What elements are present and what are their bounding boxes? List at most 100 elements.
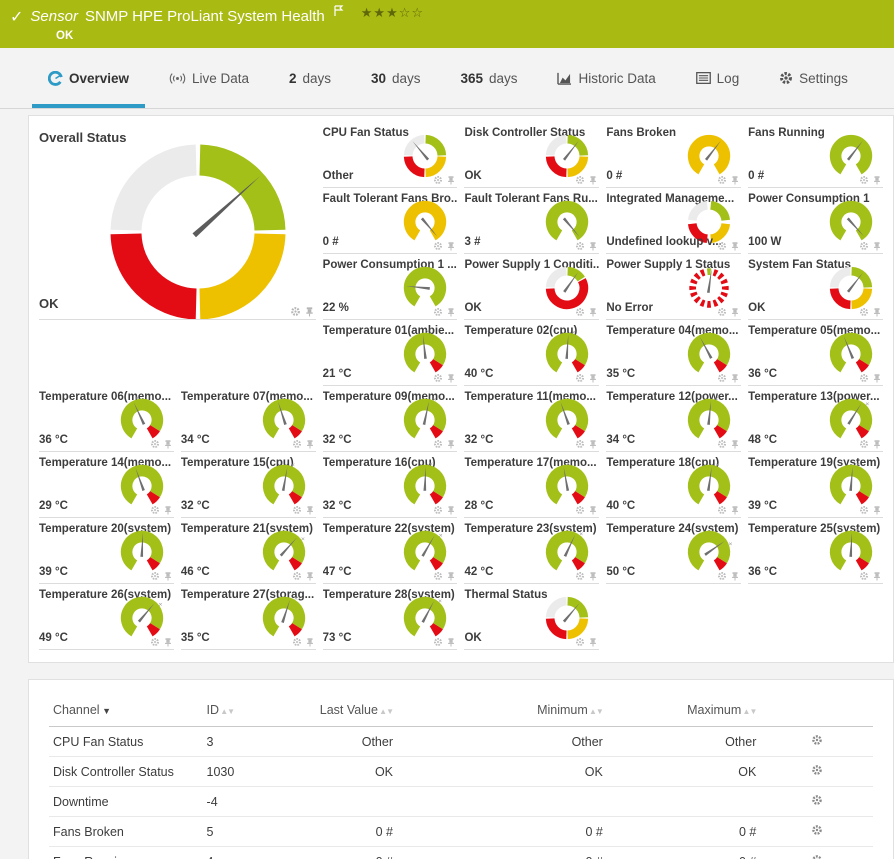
gauge-cell[interactable]: Temperature 22(system)×47 °C — [323, 518, 458, 584]
tab-2-days[interactable]: 2days — [289, 48, 331, 108]
pin-icon[interactable] — [163, 439, 173, 449]
pin-icon[interactable] — [446, 637, 456, 647]
gauge-cell[interactable]: Fault Tolerant Fans Ru...3 # — [464, 188, 599, 254]
gauge-cell[interactable]: CPU Fan StatusOther — [323, 122, 458, 188]
gear-icon[interactable] — [859, 571, 869, 581]
channel-settings-button[interactable] — [811, 764, 823, 779]
tab-overview[interactable]: Overview — [48, 48, 129, 108]
column-header-id[interactable]: ID ▲▼ — [203, 696, 290, 727]
gear-icon[interactable] — [575, 241, 585, 251]
gear-icon[interactable] — [717, 439, 727, 449]
gear-icon[interactable] — [433, 307, 443, 317]
gear-icon[interactable] — [859, 439, 869, 449]
pin-icon[interactable] — [446, 439, 456, 449]
tab-live-data[interactable]: Live Data — [169, 48, 249, 108]
gauge-cell[interactable]: Temperature 04(memo...×35 °C — [606, 320, 741, 386]
gauge-cell[interactable]: Temperature 26(system)×49 °C — [39, 584, 174, 650]
pin-icon[interactable] — [163, 637, 173, 647]
gear-icon[interactable] — [859, 241, 869, 251]
pin-icon[interactable] — [588, 307, 598, 317]
channel-settings-button[interactable] — [811, 854, 823, 859]
gear-icon[interactable] — [433, 439, 443, 449]
pin-icon[interactable] — [872, 175, 882, 185]
gauge-cell[interactable]: Temperature 18(cpu)×40 °C — [606, 452, 741, 518]
gear-icon[interactable] — [811, 854, 823, 859]
pin-icon[interactable] — [588, 241, 598, 251]
gauge-cell[interactable]: Temperature 13(power...×48 °C — [748, 386, 883, 452]
gear-icon[interactable] — [859, 307, 869, 317]
tab-settings[interactable]: Settings — [779, 48, 848, 108]
pin-icon[interactable] — [163, 505, 173, 515]
pin-icon[interactable] — [730, 505, 740, 515]
gauge-cell[interactable]: Temperature 11(memo...×32 °C — [464, 386, 599, 452]
tab-30-days[interactable]: 30days — [371, 48, 421, 108]
pin-icon[interactable] — [446, 505, 456, 515]
gauge-cell[interactable]: Temperature 16(cpu)×32 °C — [323, 452, 458, 518]
gear-icon[interactable] — [575, 175, 585, 185]
pin-icon[interactable] — [446, 571, 456, 581]
pin-icon[interactable] — [872, 373, 882, 383]
gear-icon[interactable] — [859, 175, 869, 185]
column-header-maximum[interactable]: Maximum ▲▼ — [607, 696, 761, 727]
gauge-cell[interactable]: Fans Broken0 # — [606, 122, 741, 188]
gauge-cell[interactable]: Temperature 15(cpu)×32 °C — [181, 452, 316, 518]
pin-icon[interactable] — [588, 439, 598, 449]
priority-stars[interactable]: ★★★☆☆ — [361, 6, 424, 21]
gauge-cell[interactable]: Fault Tolerant Fans Bro...0 # — [323, 188, 458, 254]
flag-icon[interactable] — [334, 5, 344, 17]
pin-icon[interactable] — [163, 571, 173, 581]
tab-historic-data[interactable]: Historic Data — [557, 48, 655, 108]
pin-icon[interactable] — [446, 175, 456, 185]
gauge-cell[interactable]: Temperature 14(memo...×29 °C — [39, 452, 174, 518]
gear-icon[interactable] — [292, 439, 302, 449]
gauge-cell[interactable]: Fans Running0 # — [748, 122, 883, 188]
gauge-cell[interactable]: Temperature 24(system)×50 °C — [606, 518, 741, 584]
pin-icon[interactable] — [588, 373, 598, 383]
pin-icon[interactable] — [730, 439, 740, 449]
pin-icon[interactable] — [730, 373, 740, 383]
gear-icon[interactable] — [859, 505, 869, 515]
pin-icon[interactable] — [588, 505, 598, 515]
gauge-cell[interactable]: Integrated Manageme...Undefined lookup v… — [606, 188, 741, 254]
pin-icon[interactable] — [872, 241, 882, 251]
gauge-cell[interactable]: Temperature 19(system)×39 °C — [748, 452, 883, 518]
column-header-minimum[interactable]: Minimum ▲▼ — [397, 696, 607, 727]
gauge-cell[interactable]: Power Consumption 1 ...22 % — [323, 254, 458, 320]
gear-icon[interactable] — [150, 505, 160, 515]
pin-icon[interactable] — [446, 307, 456, 317]
gear-icon[interactable] — [575, 571, 585, 581]
tab-365-days[interactable]: 365days — [460, 48, 517, 108]
channel-settings-button[interactable] — [811, 734, 823, 749]
pin-icon[interactable] — [872, 505, 882, 515]
pin-icon[interactable] — [446, 241, 456, 251]
gear-icon[interactable] — [811, 824, 823, 836]
gauge-cell[interactable]: Temperature 07(memo...×34 °C — [181, 386, 316, 452]
pin-icon[interactable] — [872, 439, 882, 449]
column-header-channel[interactable]: Channel ▼ — [49, 696, 203, 727]
gauge-cell[interactable]: Temperature 27(storag...×35 °C — [181, 584, 316, 650]
gear-icon[interactable] — [575, 373, 585, 383]
gauge-cell[interactable]: Temperature 05(memo...×36 °C — [748, 320, 883, 386]
overall-status-cell[interactable]: Overall Status OK — [39, 122, 316, 320]
pin-icon[interactable] — [872, 307, 882, 317]
gauge-cell[interactable]: System Fan StatusOK — [748, 254, 883, 320]
gauge-cell[interactable]: Temperature 09(memo...×32 °C — [323, 386, 458, 452]
gear-icon[interactable] — [811, 764, 823, 776]
pin-icon[interactable] — [305, 505, 315, 515]
gauge-cell[interactable]: Temperature 21(system)×46 °C — [181, 518, 316, 584]
gear-icon[interactable] — [292, 571, 302, 581]
gauge-cell[interactable]: Power Consumption 1100 W — [748, 188, 883, 254]
pin-icon[interactable] — [305, 637, 315, 647]
channel-settings-button[interactable] — [811, 794, 823, 809]
pin-icon[interactable] — [872, 571, 882, 581]
gauge-cell[interactable]: Power Supply 1 StatusNo Error — [606, 254, 741, 320]
pin-icon[interactable] — [730, 571, 740, 581]
gear-icon[interactable] — [150, 571, 160, 581]
pin-icon[interactable] — [730, 241, 740, 251]
pin-icon[interactable] — [446, 373, 456, 383]
gear-icon[interactable] — [575, 637, 585, 647]
pin-icon[interactable] — [730, 175, 740, 185]
gear-icon[interactable] — [811, 794, 823, 806]
gear-icon[interactable] — [575, 505, 585, 515]
gauge-cell[interactable]: Temperature 20(system)×39 °C — [39, 518, 174, 584]
